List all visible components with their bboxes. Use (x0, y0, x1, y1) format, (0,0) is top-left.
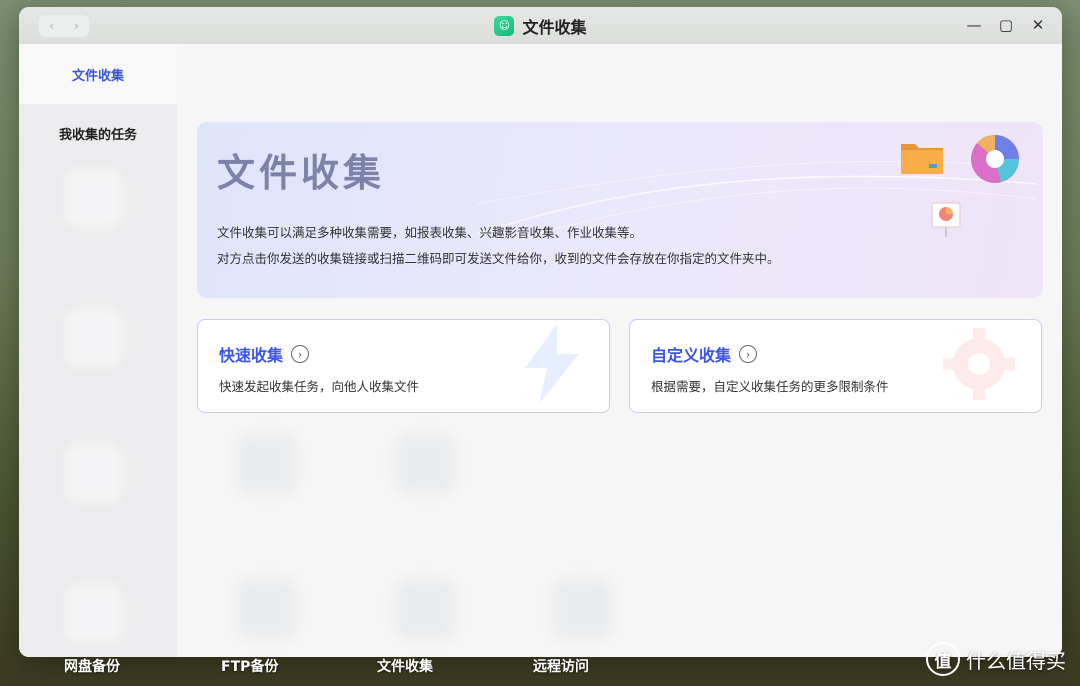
custom-collect-card[interactable]: 自定义收集 › 根据需要，自定义收集任务的更多限制条件 (629, 319, 1042, 413)
dock-item-ftp-backup[interactable]: FTP备份 (221, 656, 278, 676)
watermark-logo-icon: 值 (926, 642, 960, 676)
background-blur (237, 434, 297, 494)
forward-icon[interactable]: › (74, 19, 79, 34)
banner-title: 文件收集 (217, 151, 386, 195)
banner-description: 文件收集可以满足多种收集需要，如报表收集、兴趣影音收集、作业收集等。 对方点击你… (217, 220, 780, 272)
chart-board-illustration-icon (931, 202, 961, 237)
sidebar-item-my-tasks[interactable]: 我收集的任务 (19, 104, 177, 162)
background-blur (552, 579, 612, 639)
dock-item-netdisk-backup[interactable]: 网盘备份 (64, 656, 120, 676)
background-blur (65, 169, 123, 227)
dock-item-remote-access[interactable]: 远程访问 (533, 656, 589, 676)
chevron-right-icon[interactable]: › (291, 345, 310, 363)
title-bar: ‹ › ☺ 文件收集 — ▢ ✕ (19, 7, 1062, 44)
window-title: ☺ 文件收集 (494, 14, 587, 38)
chevron-right-icon[interactable]: › (739, 345, 758, 363)
app-icon: ☺ (494, 15, 515, 36)
window-title-text: 文件收集 (522, 17, 587, 37)
custom-collect-desc: 根据需要，自定义收集任务的更多限制条件 (651, 379, 889, 394)
close-icon[interactable]: ✕ (1030, 16, 1046, 34)
quick-collect-title: 快速收集 › (219, 342, 310, 366)
custom-collect-label: 自定义收集 (651, 346, 732, 365)
quick-collect-card[interactable]: 快速收集 › 快速发起收集任务，向他人收集文件 (197, 319, 610, 413)
watermark: 值 什么值得买 (926, 642, 1066, 676)
lightning-icon (525, 324, 579, 404)
background-blur (395, 434, 455, 494)
quick-collect-desc: 快速发起收集任务，向他人收集文件 (219, 379, 420, 394)
background-blur (395, 579, 455, 639)
gear-icon (943, 328, 1015, 400)
back-icon[interactable]: ‹ (49, 19, 54, 34)
nav-buttons: ‹ › (39, 15, 89, 37)
file-collection-window: ‹ › ☺ 文件收集 — ▢ ✕ 文件收集 我收集的任务 文件收集 文件收集可以… (19, 7, 1062, 657)
banner-desc-line2: 对方点击你发送的收集链接或扫描二维码即可发送文件给你，收到的文件会存放在你指定的… (217, 251, 780, 266)
pie-chart-illustration-icon (971, 134, 1019, 183)
sidebar: 文件收集 我收集的任务 (19, 44, 177, 657)
desktop-dock-labels: 网盘备份 FTP备份 文件收集 远程访问 (0, 654, 1080, 680)
background-blur (65, 309, 123, 367)
maximize-icon[interactable]: ▢ (998, 16, 1014, 34)
quick-collect-label: 快速收集 (219, 346, 284, 365)
minimize-icon[interactable]: — (966, 16, 982, 34)
folder-illustration-icon (901, 144, 943, 174)
dock-item-file-collection[interactable]: 文件收集 (377, 656, 433, 676)
background-blur (237, 579, 297, 639)
background-blur (65, 584, 123, 642)
background-blur (65, 444, 123, 502)
banner-desc-line1: 文件收集可以满足多种收集需要，如报表收集、兴趣影音收集、作业收集等。 (217, 225, 643, 240)
watermark-text: 什么值得买 (966, 648, 1066, 673)
main-content: 文件收集 文件收集可以满足多种收集需要，如报表收集、兴趣影音收集、作业收集等。 … (177, 44, 1062, 657)
window-controls: — ▢ ✕ (966, 16, 1046, 34)
custom-collect-title: 自定义收集 › (651, 342, 758, 366)
sidebar-item-file-collection[interactable]: 文件收集 (19, 44, 177, 104)
